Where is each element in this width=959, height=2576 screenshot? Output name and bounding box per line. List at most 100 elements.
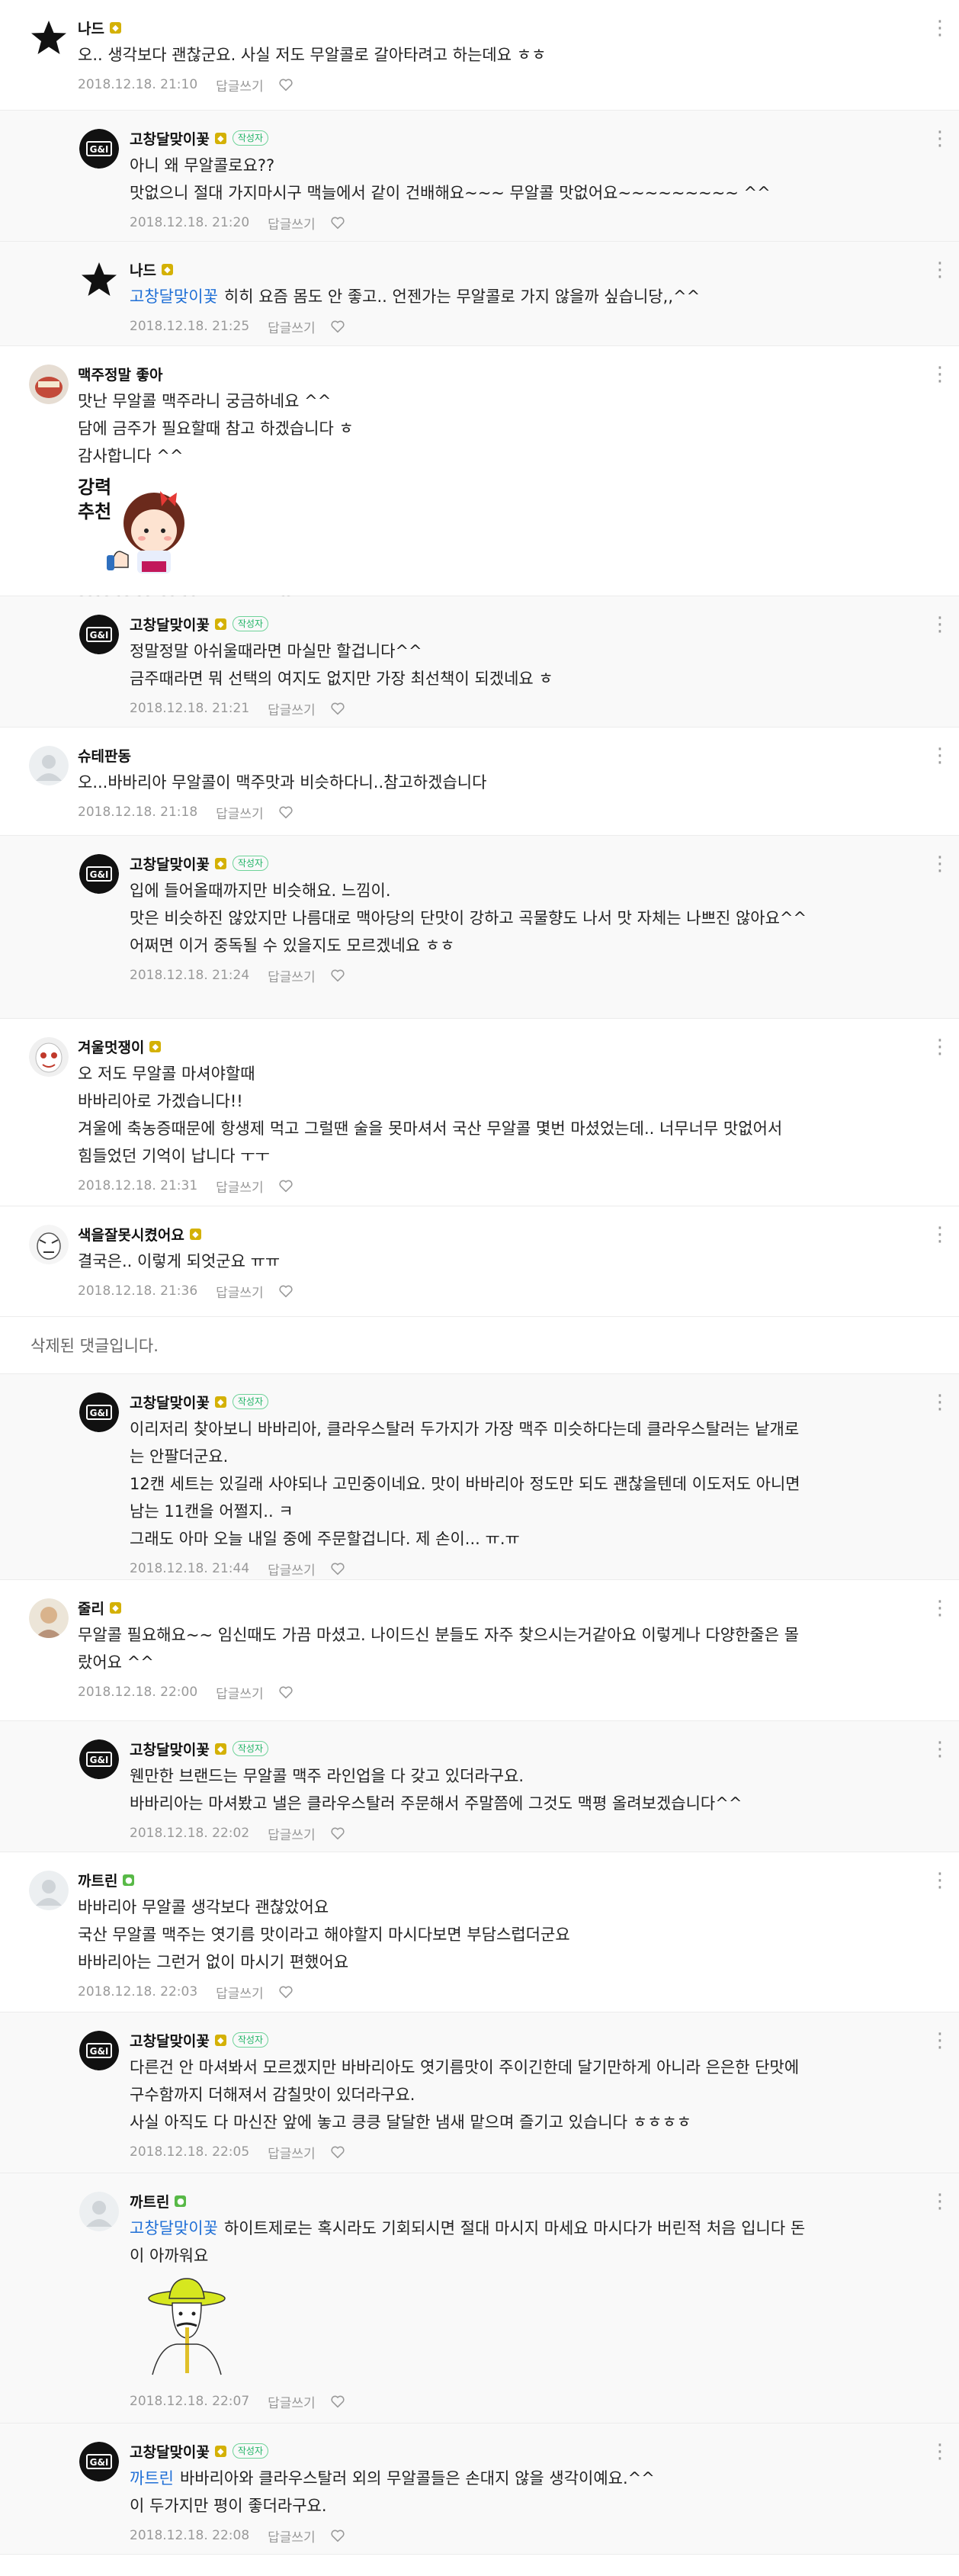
mention-link[interactable]: 까트린 [130, 2469, 174, 2488]
reply-button[interactable]: 답글쓰기 [268, 966, 316, 985]
more-options-icon[interactable]: ⋮ [930, 1037, 950, 1057]
comment-timestamp: 2018.12.18. 21:31 [78, 1178, 198, 1193]
heart-icon[interactable] [277, 1684, 294, 1701]
comment-nickname[interactable]: 맥주정말 좋아 [78, 364, 163, 384]
comment-nickname[interactable]: 까트린 [78, 1870, 117, 1890]
comment-text-line: 결국은.. 이렇게 되엇군요 ㅠㅠ [78, 1252, 281, 1270]
comment-text-line: 오 저도 무알콜 마셔야할때 [78, 1065, 255, 1083]
comment-nickname[interactable]: 까트린 [130, 2191, 169, 2211]
blog-logo-icon[interactable]: G&I [79, 1392, 119, 1432]
blog-logo-icon[interactable]: G&I [79, 2442, 119, 2481]
more-options-icon[interactable]: ⋮ [930, 746, 950, 766]
mention-link[interactable]: 고창달맞이꽃 [130, 287, 218, 306]
mention-link[interactable]: 고창달맞이꽃 [130, 2219, 218, 2237]
heart-icon[interactable] [329, 2144, 346, 2160]
more-options-icon[interactable]: ⋮ [930, 1739, 950, 1759]
reply-button[interactable]: 답글쓰기 [268, 1559, 316, 1579]
comment-nickname[interactable]: 색을잘못시켰어요 [78, 1224, 184, 1245]
level-badge-icon: ● [123, 1874, 135, 1886]
more-options-icon[interactable]: ⋮ [930, 365, 950, 384]
more-options-icon[interactable]: ⋮ [930, 854, 950, 874]
level-badge-icon: ◆ [214, 132, 226, 144]
reply-button[interactable]: 답글쓰기 [216, 1983, 264, 2002]
comment-text-line: 까트린 바바리아와 클라우스탈러 외의 무알콜들은 손대지 않을 생각이예요.^^ [130, 2465, 929, 2492]
heart-icon[interactable] [329, 700, 346, 717]
heart-icon[interactable] [329, 1825, 346, 1842]
default-avatar-icon[interactable] [29, 1871, 69, 1910]
comment-author-row: 나드 ◆ [130, 259, 929, 280]
reply-button[interactable]: 답글쓰기 [268, 1824, 316, 1843]
default-avatar-icon[interactable] [79, 2192, 119, 2231]
comment-nickname[interactable]: 줄리 [78, 1598, 104, 1618]
reply-button[interactable]: 답글쓰기 [216, 803, 264, 822]
more-options-icon[interactable]: ⋮ [930, 129, 950, 149]
blog-logo-icon[interactable]: G&I [79, 129, 119, 169]
reply-button[interactable]: 답글쓰기 [216, 1683, 264, 1702]
lady-avatar-icon[interactable] [29, 1598, 69, 1638]
beer-avatar-icon[interactable] [29, 365, 69, 404]
comment-list: 나드 ◆ 오.. 생각보다 괜찮군요. 사실 저도 무알콜로 갈아타려고 하는데요 … [0, 0, 959, 2555]
more-options-icon[interactable]: ⋮ [930, 2442, 950, 2462]
more-options-icon[interactable]: ⋮ [930, 2031, 950, 2051]
more-options-icon[interactable]: ⋮ [930, 1598, 950, 1618]
reply-button[interactable]: 답글쓰기 [268, 2526, 316, 2545]
comment-text-line: 어쩌면 이거 중독될 수 있을지도 모르겠네요 ㅎㅎ [130, 936, 455, 955]
comment-nickname[interactable]: 나드 [130, 259, 156, 280]
comment-nickname[interactable]: 고창달맞이꽃 [130, 853, 210, 874]
heart-icon[interactable] [277, 1983, 294, 2000]
heart-icon[interactable] [329, 318, 346, 335]
comment-nickname[interactable]: 겨울멋쟁이 [78, 1036, 144, 1057]
author-badge: 작성자 [232, 130, 269, 146]
comment-text-line: 다른건 안 마셔봐서 모르겠지만 바바리아도 엿기름맛이 주이긴한데 달기만하게… [130, 2058, 800, 2077]
heart-icon[interactable] [329, 2393, 346, 2410]
more-options-icon[interactable]: ⋮ [930, 18, 950, 38]
reply-button[interactable]: 답글쓰기 [216, 1282, 264, 1301]
reply-button[interactable]: 답글쓰기 [268, 317, 316, 336]
comment-nickname[interactable]: 슈테판동 [78, 745, 131, 766]
comment-nickname[interactable]: 고창달맞이꽃 [130, 1739, 210, 1759]
star-icon[interactable] [79, 260, 119, 300]
heart-icon[interactable] [329, 967, 346, 984]
comment-meta: 2018.12.18. 21:36 답글쓰기 [78, 1280, 929, 1302]
comment-text: 다른건 안 마셔봐서 모르겠지만 바바리아도 엿기름맛이 주이긴한데 달기만하게… [130, 2054, 929, 2136]
more-options-icon[interactable]: ⋮ [930, 615, 950, 634]
reply-button[interactable]: 답글쓰기 [268, 2143, 316, 2162]
heart-icon[interactable] [329, 214, 346, 231]
reply-button[interactable]: 답글쓰기 [216, 1177, 264, 1196]
mask-avatar-icon[interactable] [29, 1037, 69, 1077]
comment-nickname[interactable]: 고창달맞이꽃 [130, 128, 210, 149]
reply-button[interactable]: 답글쓰기 [268, 214, 316, 233]
reply-button[interactable]: 답글쓰기 [268, 699, 316, 718]
more-options-icon[interactable]: ⋮ [930, 1225, 950, 1245]
comment-nickname[interactable]: 고창달맞이꽃 [130, 2441, 210, 2462]
more-options-icon[interactable]: ⋮ [930, 1871, 950, 1890]
reply-button[interactable]: 답글쓰기 [216, 75, 264, 95]
heart-icon[interactable] [329, 2527, 346, 2544]
star-icon[interactable] [29, 18, 69, 58]
comment-text-line: 아니 왜 무알콜로요?? [130, 156, 275, 175]
comment-nickname[interactable]: 고창달맞이꽃 [130, 2030, 210, 2051]
reply-button[interactable]: 답글쓰기 [268, 2392, 316, 2411]
blog-logo-icon[interactable]: G&I [79, 1739, 119, 1779]
comment-nickname[interactable]: 고창달맞이꽃 [130, 1392, 210, 1412]
level-badge-icon: ◆ [214, 857, 226, 869]
heart-icon[interactable] [277, 76, 294, 93]
comment-author-row: 까트린 ● [130, 2190, 929, 2211]
blog-logo-icon[interactable]: G&I [79, 615, 119, 654]
heart-icon[interactable] [329, 1560, 346, 1577]
more-options-icon[interactable]: ⋮ [930, 2192, 950, 2211]
comment-body: 고창달맞이꽃 ◆ 작성자 정말정말 아쉬울때라면 마실만 할겁니다^^ 금주때라면 뭐 … [130, 613, 929, 720]
blog-logo-icon[interactable]: G&I [79, 2031, 119, 2070]
more-options-icon[interactable]: ⋮ [930, 1392, 950, 1412]
comment-timestamp: 2018.12.18. 21:21 [130, 701, 250, 716]
heart-icon[interactable] [277, 804, 294, 821]
comment-nickname[interactable]: 고창달맞이꽃 [130, 614, 210, 634]
heart-icon[interactable] [277, 1283, 294, 1299]
blog-logo-icon[interactable]: G&I [79, 854, 119, 894]
heart-icon[interactable] [277, 1177, 294, 1194]
svg-text:G&I: G&I [90, 144, 109, 155]
default-avatar-icon[interactable] [29, 746, 69, 785]
comment-nickname[interactable]: 나드 [78, 18, 104, 38]
more-options-icon[interactable]: ⋮ [930, 260, 950, 280]
face-avatar-icon[interactable] [29, 1225, 69, 1264]
